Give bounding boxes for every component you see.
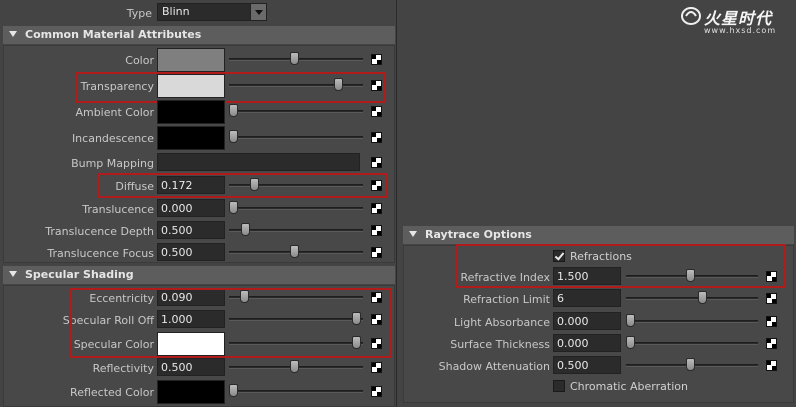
left-panel: Type Blinn Common Material Attributes Co… [0,0,397,407]
reflectivity-slider-thumb[interactable] [290,360,299,373]
incandescence-slider-track[interactable] [229,136,363,139]
reflected-color-slider-track[interactable] [229,390,363,393]
map-button-icon[interactable] [371,247,382,258]
map-button-icon[interactable] [371,362,382,373]
light-absorbance-field[interactable]: 0.000 [553,312,621,330]
incandescence-swatch[interactable] [157,126,225,150]
translucence-slider-thumb[interactable] [229,201,238,214]
refraction-limit-slider-thumb[interactable] [698,291,707,304]
map-button-icon[interactable] [371,225,382,236]
translucence-focus-slider-thumb[interactable] [290,245,299,258]
map-button-icon[interactable] [766,338,777,349]
color-label: Color [125,54,154,67]
translucence-depth-field[interactable]: 0.500 [157,221,225,239]
map-button-icon[interactable] [371,54,382,65]
section-header-raytrace[interactable]: Raytrace Options [403,226,794,244]
chromatic-aberration-label: Chromatic Aberration [570,380,688,393]
map-button-icon[interactable] [371,157,382,168]
chevron-down-icon[interactable] [250,4,266,20]
section-title-specular: Specular Shading [25,268,134,281]
surface-thickness-slider-thumb[interactable] [626,336,635,349]
collapse-triangle-icon [409,231,417,237]
chromatic-aberration-checkbox[interactable] [553,380,565,392]
translucence-field[interactable]: 0.000 [157,199,225,217]
hxsd-logo: 火星时代 www.hxsd.com [680,4,780,36]
light-absorbance-slider-thumb[interactable] [626,314,635,327]
map-button-icon[interactable] [371,106,382,117]
shadow-attenuation-field[interactable]: 0.500 [553,356,621,374]
type-label: Type [126,7,152,20]
light-absorbance-label: Light Absorbance [454,316,550,329]
right-panel: 火星时代 www.hxsd.com Raytrace Options Refra… [398,0,796,407]
light-absorbance-slider-track[interactable] [626,320,758,323]
translucence-focus-label: Translucence Focus [47,247,154,260]
reflectivity-label: Reflectivity [92,362,154,375]
highlight-box [76,72,385,103]
map-button-icon[interactable] [766,293,777,304]
type-dropdown[interactable]: Blinn [157,3,267,21]
refraction-limit-slider-track[interactable] [626,297,758,300]
map-button-icon[interactable] [766,360,777,371]
map-button-icon[interactable] [371,132,382,143]
bump-mapping-field[interactable] [157,153,360,171]
surface-thickness-field[interactable]: 0.000 [553,334,621,352]
shadow-attenuation-slider-thumb[interactable] [686,358,695,371]
surface-thickness-slider-track[interactable] [626,342,758,345]
translucence-focus-field[interactable]: 0.500 [157,243,225,261]
map-button-icon[interactable] [766,316,777,327]
bump-mapping-label: Bump Mapping [71,157,154,170]
section-title-raytrace: Raytrace Options [425,228,532,241]
highlight-box [456,244,786,288]
surface-thickness-label: Surface Thickness [450,338,550,351]
collapse-triangle-icon [9,31,17,37]
reflected-color-swatch[interactable] [157,380,225,404]
translucence-depth-slider-thumb[interactable] [241,223,250,236]
ambient-color-label: Ambient Color [75,106,154,119]
highlight-box [98,173,387,198]
map-button-icon[interactable] [371,203,382,214]
refraction-limit-label: Refraction Limit [463,293,550,306]
incandescence-label: Incandescence [71,132,154,145]
logo-url: www.hxsd.com [704,26,777,35]
translucence-depth-label: Translucence Depth [45,225,154,238]
type-value: Blinn [162,5,190,18]
refraction-limit-field[interactable]: 6 [553,289,621,307]
ambient-slider-thumb[interactable] [229,104,238,117]
reflected-color-slider-thumb[interactable] [229,384,238,397]
color-slider-thumb[interactable] [290,52,299,65]
section-header-specular[interactable]: Specular Shading [3,266,395,284]
highlight-box [70,288,392,358]
reflected-color-label: Reflected Color [70,386,154,399]
collapse-triangle-icon [9,271,17,277]
translucence-slider-track[interactable] [229,207,363,210]
ambient-color-swatch[interactable] [157,100,225,124]
map-button-icon[interactable] [371,386,382,397]
translucence-label: Translucence [82,203,154,216]
ambient-slider-track[interactable] [229,110,363,113]
reflectivity-field[interactable]: 0.500 [157,358,225,376]
incandescence-slider-thumb[interactable] [229,130,238,143]
section-title-common: Common Material Attributes [25,28,202,41]
shadow-attenuation-label: Shadow Attenuation [438,360,550,373]
color-swatch[interactable] [157,48,225,72]
section-header-common[interactable]: Common Material Attributes [3,26,395,44]
